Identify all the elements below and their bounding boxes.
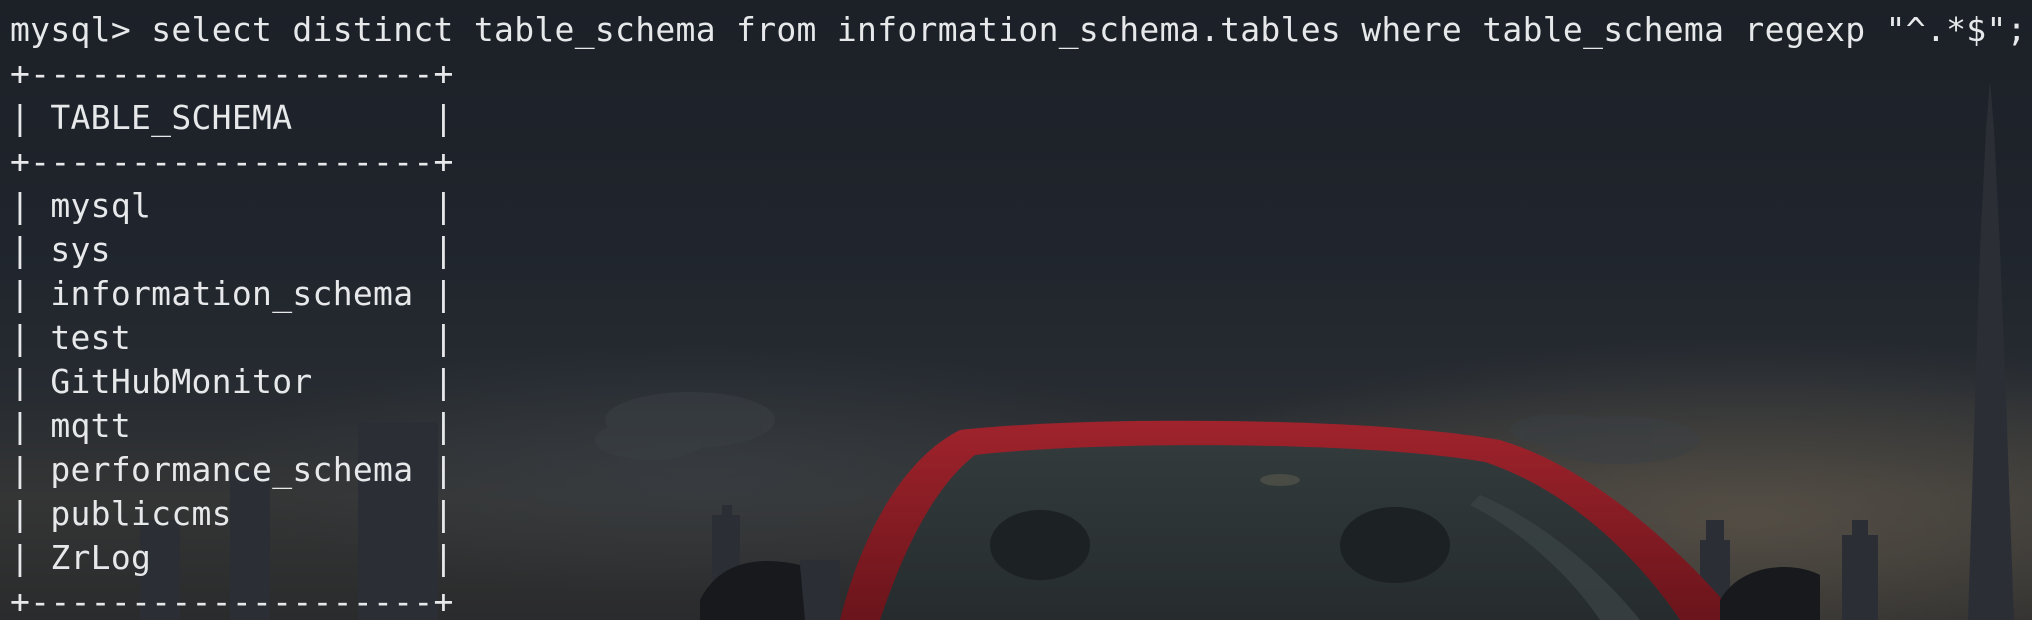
schema-name: sys [50, 230, 111, 269]
command-line: mysql> select distinct table_schema from… [10, 8, 2027, 52]
table-row: | mysql | [10, 186, 454, 225]
schema-name: performance_schema [50, 450, 414, 489]
table-border-header: +--------------------+ [10, 142, 454, 181]
mysql-prompt: mysql> [10, 10, 152, 49]
table-row: | mqtt | [10, 406, 454, 445]
table-row: | sys | [10, 230, 454, 269]
schema-name: mqtt [50, 406, 132, 445]
schema-name: ZrLog [50, 538, 152, 577]
table-header-row: | TABLE_SCHEMA | [10, 98, 454, 137]
terminal-output: mysql> select distinct table_schema from… [10, 8, 2027, 620]
schema-name: information_schema [50, 274, 414, 313]
schema-name: publiccms [50, 494, 232, 533]
table-row: | test | [10, 318, 454, 357]
terminal-window: mysql> select distinct table_schema from… [0, 0, 2032, 620]
table-border-bottom: +--------------------+ [10, 582, 454, 620]
schema-name: GitHubMonitor [50, 362, 313, 401]
table-row: | GitHubMonitor | [10, 362, 454, 401]
column-header: TABLE_SCHEMA [50, 98, 293, 137]
schema-name: mysql [50, 186, 152, 225]
sql-command: select distinct table_schema from inform… [151, 10, 2027, 49]
schema-name: test [50, 318, 132, 357]
table-row: | publiccms | [10, 494, 454, 533]
table-row: | information_schema | [10, 274, 454, 313]
table-row: | performance_schema | [10, 450, 454, 489]
table-border-top: +--------------------+ [10, 54, 454, 93]
table-row: | ZrLog | [10, 538, 454, 577]
